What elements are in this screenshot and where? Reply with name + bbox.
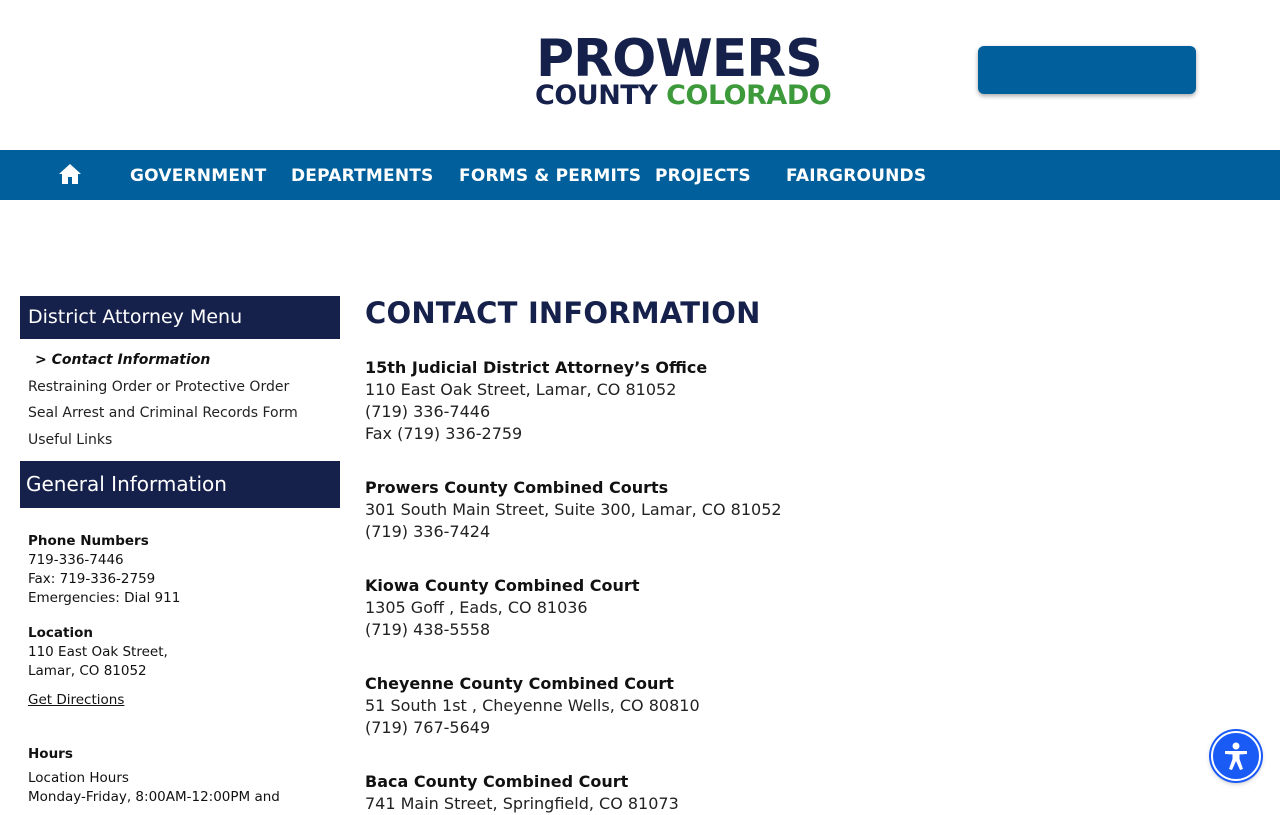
site-header: PROWERS COUNTY COLORADO bbox=[0, 0, 1280, 150]
contact-address: 110 East Oak Street, Lamar, CO 81052 bbox=[365, 380, 677, 399]
sidebar-link-useful-links[interactable]: Useful Links bbox=[28, 432, 112, 448]
logo-county: COUNTY bbox=[535, 80, 658, 111]
location-street: 110 East Oak Street, bbox=[28, 644, 168, 660]
get-directions-link[interactable]: Get Directions bbox=[28, 691, 168, 710]
contact-phone: (719) 438-5558 bbox=[365, 620, 491, 639]
home-icon[interactable] bbox=[58, 163, 82, 185]
menu-title: District Attorney Menu bbox=[28, 306, 243, 328]
contact-entry: Kiowa County Combined Court 1305 Goff , … bbox=[365, 575, 639, 641]
contact-address: 301 South Main Street, Suite 300, Lamar,… bbox=[365, 500, 782, 519]
accessibility-icon bbox=[1225, 742, 1247, 770]
contact-entry: Baca County Combined Court 741 Main Stre… bbox=[365, 771, 679, 815]
page-title: CONTACT INFORMATION bbox=[365, 296, 761, 330]
contact-address: 1305 Goff , Eads, CO 81036 bbox=[365, 598, 588, 617]
location-title: Location bbox=[28, 625, 93, 641]
nav-government[interactable]: GOVERNMENT bbox=[130, 150, 266, 200]
contact-phone: (719) 336-7446 bbox=[365, 402, 491, 421]
nav-departments[interactable]: DEPARTMENTS bbox=[291, 150, 434, 200]
district-attorney-menu-header: District Attorney Menu bbox=[20, 296, 340, 339]
contact-entry: 15th Judicial District Attorney’s Office… bbox=[365, 357, 707, 445]
phone-numbers-block: Phone Numbers 719-336-7446 Fax: 719-336-… bbox=[28, 532, 180, 608]
contact-name: Cheyenne County Combined Court bbox=[365, 674, 674, 693]
contact-address: 741 Main Street, Springfield, CO 81073 bbox=[365, 794, 679, 813]
site-logo[interactable]: PROWERS COUNTY COLORADO bbox=[535, 29, 835, 114]
accessibility-button[interactable] bbox=[1211, 731, 1261, 781]
phone-main: 719-336-7446 bbox=[28, 552, 124, 568]
logo-prowers: PROWERS bbox=[536, 29, 823, 89]
phone-emergencies: Emergencies: Dial 911 bbox=[28, 590, 181, 606]
contact-name: 15th Judicial District Attorney’s Office bbox=[365, 358, 708, 377]
hours-weekdays: Monday-Friday, 8:00AM-12:00PM and bbox=[28, 789, 280, 805]
nav-projects[interactable]: PROJECTS bbox=[655, 150, 751, 200]
phone-numbers-title: Phone Numbers bbox=[28, 533, 149, 549]
location-hours-label: Location Hours bbox=[28, 770, 129, 786]
general-information-header: General Information bbox=[20, 461, 340, 508]
contact-name: Prowers County Combined Courts bbox=[365, 478, 669, 497]
contact-address: 51 South 1st , Cheyenne Wells, CO 80810 bbox=[365, 696, 700, 715]
logo-colorado: COLORADO bbox=[666, 80, 832, 111]
contact-phone: (719) 336-7424 bbox=[365, 522, 491, 541]
contact-phone: (719) 767-5649 bbox=[365, 718, 491, 737]
nav-fairgrounds[interactable]: FAIRGROUNDS bbox=[786, 150, 926, 200]
sidebar-link-restraining-order[interactable]: Restraining Order or Protective Order bbox=[28, 379, 289, 395]
phone-fax: Fax: 719-336-2759 bbox=[28, 571, 156, 587]
header-action-button[interactable] bbox=[978, 46, 1196, 94]
contact-fax: Fax (719) 336-2759 bbox=[365, 424, 523, 443]
sidebar-link-contact-information[interactable]: > Contact Information bbox=[35, 352, 210, 368]
contact-name: Baca County Combined Court bbox=[365, 772, 629, 791]
general-title: General Information bbox=[26, 472, 227, 496]
logo-subtitle: COUNTY COLORADO bbox=[535, 80, 832, 111]
contact-entry: Cheyenne County Combined Court 51 South … bbox=[365, 673, 700, 739]
hours-block: Hours Location Hours Monday-Friday, 8:00… bbox=[28, 745, 280, 807]
nav-forms-permits[interactable]: FORMS & PERMITS bbox=[459, 150, 641, 200]
main-nav: GOVERNMENT DEPARTMENTS FORMS & PERMITS P… bbox=[0, 150, 1280, 200]
hours-title: Hours bbox=[28, 746, 73, 762]
contact-entry: Prowers County Combined Courts 301 South… bbox=[365, 477, 782, 543]
location-block: Location 110 East Oak Street, Lamar, CO … bbox=[28, 624, 168, 710]
sidebar-link-seal-arrest[interactable]: Seal Arrest and Criminal Records Form bbox=[28, 405, 298, 421]
location-city: Lamar, CO 81052 bbox=[28, 663, 147, 679]
contact-name: Kiowa County Combined Court bbox=[365, 576, 640, 595]
